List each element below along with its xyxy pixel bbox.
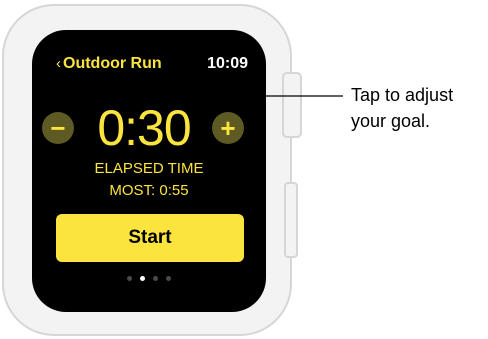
page-indicator bbox=[32, 276, 266, 284]
page-dot bbox=[153, 276, 158, 281]
decrease-goal-button[interactable]: − bbox=[42, 112, 74, 144]
minus-icon: − bbox=[50, 113, 66, 143]
header: ‹ Outdoor Run 10:09 bbox=[32, 52, 266, 76]
increase-goal-button[interactable]: + bbox=[212, 112, 244, 144]
page-dot bbox=[127, 276, 132, 281]
chevron-left-icon: ‹ bbox=[56, 55, 61, 72]
plus-icon: + bbox=[220, 113, 236, 143]
page-dot-active bbox=[140, 276, 145, 281]
digital-crown[interactable] bbox=[282, 72, 302, 138]
back-label: Outdoor Run bbox=[63, 55, 162, 72]
start-button[interactable]: Start bbox=[56, 214, 244, 262]
clock: 10:09 bbox=[207, 55, 248, 72]
goal-row: − 0:30 + bbox=[32, 100, 266, 156]
best-time-label: MOST: 0:55 bbox=[109, 182, 189, 199]
goal-type-label: ELAPSED TIME bbox=[94, 160, 204, 177]
callout-line-2: your goal. bbox=[351, 111, 431, 131]
back-button[interactable]: ‹ Outdoor Run bbox=[56, 52, 162, 76]
page-dot bbox=[166, 276, 171, 281]
callout-text: Tap to adjust your goal. bbox=[351, 82, 453, 134]
goal-value[interactable]: 0:30 bbox=[72, 100, 216, 156]
side-button[interactable] bbox=[284, 182, 298, 258]
watch-screen: ‹ Outdoor Run 10:09 − 0:30 + ELAPSED TIME… bbox=[32, 30, 266, 312]
callout-line-1: Tap to adjust bbox=[351, 85, 454, 105]
